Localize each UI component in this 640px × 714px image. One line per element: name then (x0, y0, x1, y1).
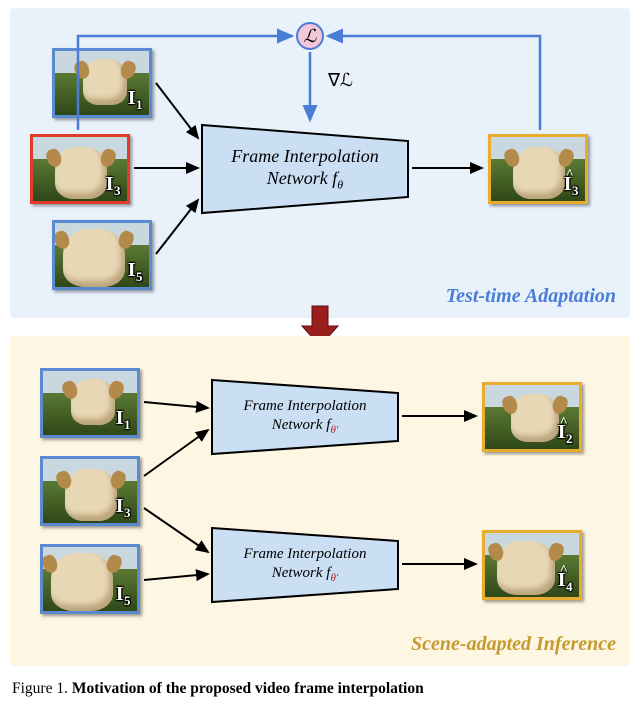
thumb-ihat4: ^I4 (482, 530, 582, 600)
network-block-upper: Frame Interpolation Network fθ′ (210, 378, 400, 456)
figure-caption: Figure 1. Motivation of the proposed vid… (0, 666, 640, 698)
frame-label-i3: I3 (106, 173, 121, 199)
panel-title-bottom: Scene-adapted Inference (411, 633, 616, 656)
panel-title-top: Test-time Adaptation (446, 285, 616, 308)
frame-label-ihat4: ^I4 (558, 569, 573, 595)
thumb-ihat3: ^I3 (488, 134, 588, 204)
frame-label-i1-b: I1 (116, 407, 131, 433)
figure: I1 I3 I5 Frame Interpolation (0, 0, 640, 666)
frame-label-ihat2: ^I2 (558, 421, 573, 447)
frame-label-i1: I1 (128, 87, 143, 113)
thumb-i3: I3 (30, 134, 130, 204)
loss-node: ℒ (296, 22, 324, 50)
thumb-i3-b: I3 (40, 456, 140, 526)
frame-label-i3-b: I3 (116, 495, 131, 521)
thumb-i1-b: I1 (40, 368, 140, 438)
frame-label-ihat3: ^I3 (564, 173, 579, 199)
network-block-top: Frame Interpolation Network fθ (200, 123, 410, 215)
thumb-ihat2: ^I2 (482, 382, 582, 452)
frame-label-i5: I5 (128, 259, 143, 285)
network-block-lower: Frame Interpolation Network fθ′ (210, 526, 400, 604)
panel-test-time-adaptation: I1 I3 I5 Frame Interpolation (10, 8, 630, 318)
net-line2: Network fθ (267, 168, 343, 188)
net-line1: Frame Interpolation (231, 146, 378, 166)
panel-scene-adapted-inference: I1 I3 I5 Frame Interpolation Network f (10, 336, 630, 666)
thumb-i5: I5 (52, 220, 152, 290)
gradient-label: ∇ℒ (328, 70, 353, 91)
thumb-i5-b: I5 (40, 544, 140, 614)
thumb-i1: I1 (52, 48, 152, 118)
frame-label-i5-b: I5 (116, 583, 131, 609)
